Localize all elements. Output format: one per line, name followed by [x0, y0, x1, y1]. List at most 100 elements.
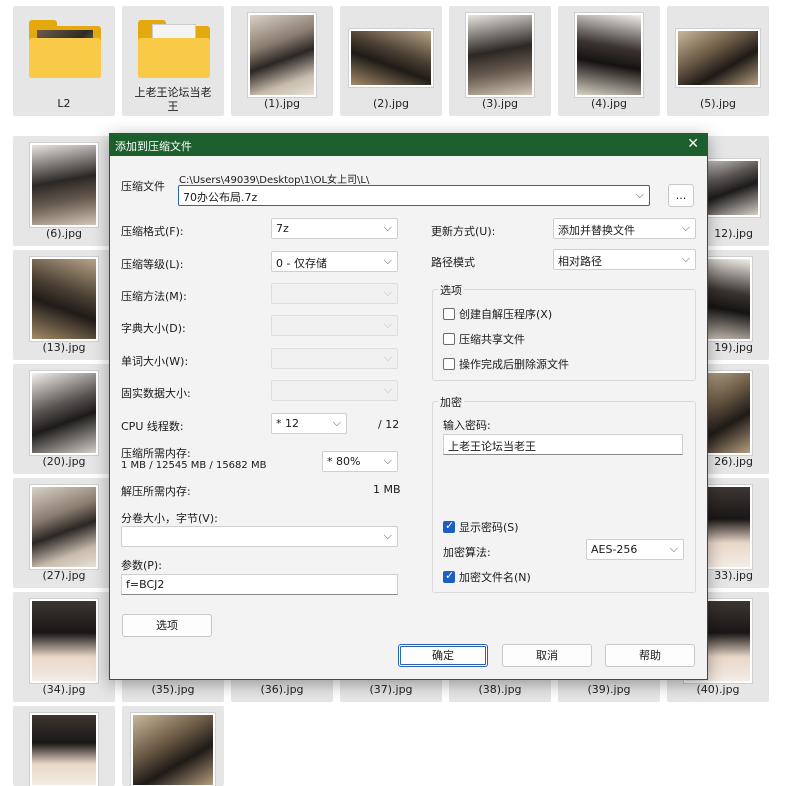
update-select[interactable]: 添加并替换文件 ⌵ — [553, 218, 696, 239]
tile-name: (35).jpg — [151, 683, 195, 696]
show-password-checkbox[interactable]: 显示密码(S) — [443, 519, 519, 535]
thumbnail — [29, 142, 99, 228]
options-group-title: 选项 — [438, 282, 464, 298]
chevron-down-icon: ⌵ — [383, 318, 392, 331]
chevron-down-icon: ⌵ — [332, 416, 341, 429]
image-tile[interactable]: (6).jpg — [13, 136, 115, 246]
decomp-label: 解压所需内存: — [121, 485, 191, 498]
chevron-down-icon: ⌵ — [383, 221, 392, 234]
close-icon[interactable]: ✕ — [687, 136, 699, 152]
chevron-down-icon: ⌵ — [383, 383, 392, 396]
folder-icon — [138, 20, 210, 80]
method-select[interactable]: ⌵ — [271, 283, 398, 304]
thumbnail — [130, 712, 216, 786]
thumbnail — [29, 484, 99, 570]
thumbnail — [574, 12, 644, 98]
options-button[interactable]: 选项 — [122, 614, 212, 637]
thumbnail — [29, 712, 99, 786]
thumbnail — [29, 370, 99, 456]
image-tile[interactable]: (5).jpg — [667, 6, 769, 116]
tile-name: (3).jpg — [481, 97, 519, 110]
solid-select[interactable]: ⌵ — [271, 380, 398, 401]
shared-checkbox[interactable]: 压缩共享文件 — [443, 331, 525, 347]
format-select[interactable]: 7z ⌵ — [271, 218, 398, 239]
mem-detail: 1 MB / 12545 MB / 15682 MB — [121, 460, 267, 471]
pathmode-value: 相对路径 — [558, 255, 602, 268]
enc-method-select[interactable]: AES-256 ⌵ — [586, 539, 684, 560]
browse-button[interactable]: ... — [668, 184, 694, 207]
image-tile[interactable] — [13, 706, 115, 786]
tile-name: 上老王论坛当老王 — [134, 86, 212, 113]
cpu-max: / 12 — [378, 418, 400, 431]
chevron-down-icon: ⌵ — [383, 529, 392, 542]
volume-label: 分卷大小，字节(V): — [121, 512, 218, 525]
checkbox-checked-icon — [443, 569, 455, 583]
archive-label: 压缩文件 — [121, 180, 165, 193]
format-value: 7z — [276, 222, 289, 235]
tile-name: (4).jpg — [590, 97, 628, 110]
folder-icon — [29, 20, 101, 80]
ok-button[interactable]: 确定 — [398, 644, 488, 667]
thumbnail — [247, 12, 317, 98]
chevron-down-icon: ⌵ — [681, 221, 690, 234]
volume-select[interactable]: ⌵ — [121, 526, 398, 547]
tile-name: (37).jpg — [369, 683, 413, 696]
folder-tile[interactable]: L2 — [13, 6, 115, 116]
tile-name: (1).jpg — [263, 97, 301, 110]
image-tile[interactable] — [122, 706, 224, 786]
image-tile[interactable]: (34).jpg — [13, 592, 115, 702]
cancel-button[interactable]: 取消 — [502, 644, 592, 667]
format-label: 压缩格式(F): — [121, 225, 184, 238]
pathmode-select[interactable]: 相对路径 ⌵ — [553, 249, 696, 270]
tile-name: (20).jpg — [42, 455, 86, 468]
chevron-down-icon: ⌵ — [635, 188, 644, 201]
dialog-titlebar[interactable]: 添加到压缩文件 ✕ — [110, 134, 707, 156]
tile-name: (36).jpg — [260, 683, 304, 696]
chevron-down-icon: ⌵ — [383, 254, 392, 267]
archive-name-combo[interactable]: 70办公布局.7z ⌵ — [178, 185, 650, 206]
encrypt-names-checkbox[interactable]: 加密文件名(N) — [443, 569, 531, 585]
dict-label: 字典大小(D): — [121, 322, 186, 335]
sfx-checkbox[interactable]: 创建自解压程序(X) — [443, 306, 552, 322]
sfx-label: 创建自解压程序(X) — [459, 308, 553, 321]
image-tile[interactable]: (1).jpg — [231, 6, 333, 116]
enc-method-value: AES-256 — [591, 543, 638, 556]
level-value: 0 - 仅存储 — [276, 257, 327, 270]
params-label: 参数(P): — [121, 559, 162, 572]
image-tile[interactable]: (3).jpg — [449, 6, 551, 116]
checkbox-icon — [443, 333, 455, 345]
level-select[interactable]: 0 - 仅存储 ⌵ — [271, 251, 398, 272]
image-tile[interactable]: (2).jpg — [340, 6, 442, 116]
dict-select[interactable]: ⌵ — [271, 315, 398, 336]
mem-select[interactable]: * 80% ⌵ — [322, 451, 398, 472]
checkbox-icon — [443, 308, 455, 320]
encryption-group-title: 加密 — [438, 394, 464, 410]
cpu-select[interactable]: * 12 ⌵ — [271, 413, 347, 434]
image-tile[interactable]: (20).jpg — [13, 364, 115, 474]
checkbox-icon — [443, 358, 455, 370]
help-button[interactable]: 帮助 — [605, 644, 695, 667]
delete-source-label: 操作完成后删除源文件 — [459, 358, 569, 371]
tile-name: (34).jpg — [42, 683, 86, 696]
thumbnail — [29, 598, 99, 684]
thumbnail — [465, 12, 535, 98]
word-select[interactable]: ⌵ — [271, 348, 398, 369]
dialog-title: 添加到压缩文件 — [115, 140, 192, 153]
word-label: 单词大小(W): — [121, 355, 189, 368]
params-input[interactable]: f=BCJ2 — [121, 574, 398, 595]
cpu-value: * 12 — [276, 417, 299, 430]
archive-name-value: 70办公布局.7z — [183, 191, 258, 204]
password-input[interactable]: 上老王论坛当老王 — [443, 434, 683, 455]
thumbnail — [348, 28, 434, 88]
image-tile[interactable]: (27).jpg — [13, 478, 115, 588]
enc-method-label: 加密算法: — [443, 546, 491, 559]
tile-name: (27).jpg — [42, 569, 86, 582]
update-label: 更新方式(U): — [431, 225, 496, 238]
pathmode-label: 路径模式 — [431, 256, 475, 269]
image-tile[interactable]: (13).jpg — [13, 250, 115, 360]
delete-source-checkbox[interactable]: 操作完成后删除源文件 — [443, 356, 569, 372]
folder-tile[interactable]: 上老王论坛当老王 — [122, 6, 224, 116]
encrypt-names-label: 加密文件名(N) — [459, 571, 531, 584]
tile-name: (39).jpg — [587, 683, 631, 696]
image-tile[interactable]: (4).jpg — [558, 6, 660, 116]
